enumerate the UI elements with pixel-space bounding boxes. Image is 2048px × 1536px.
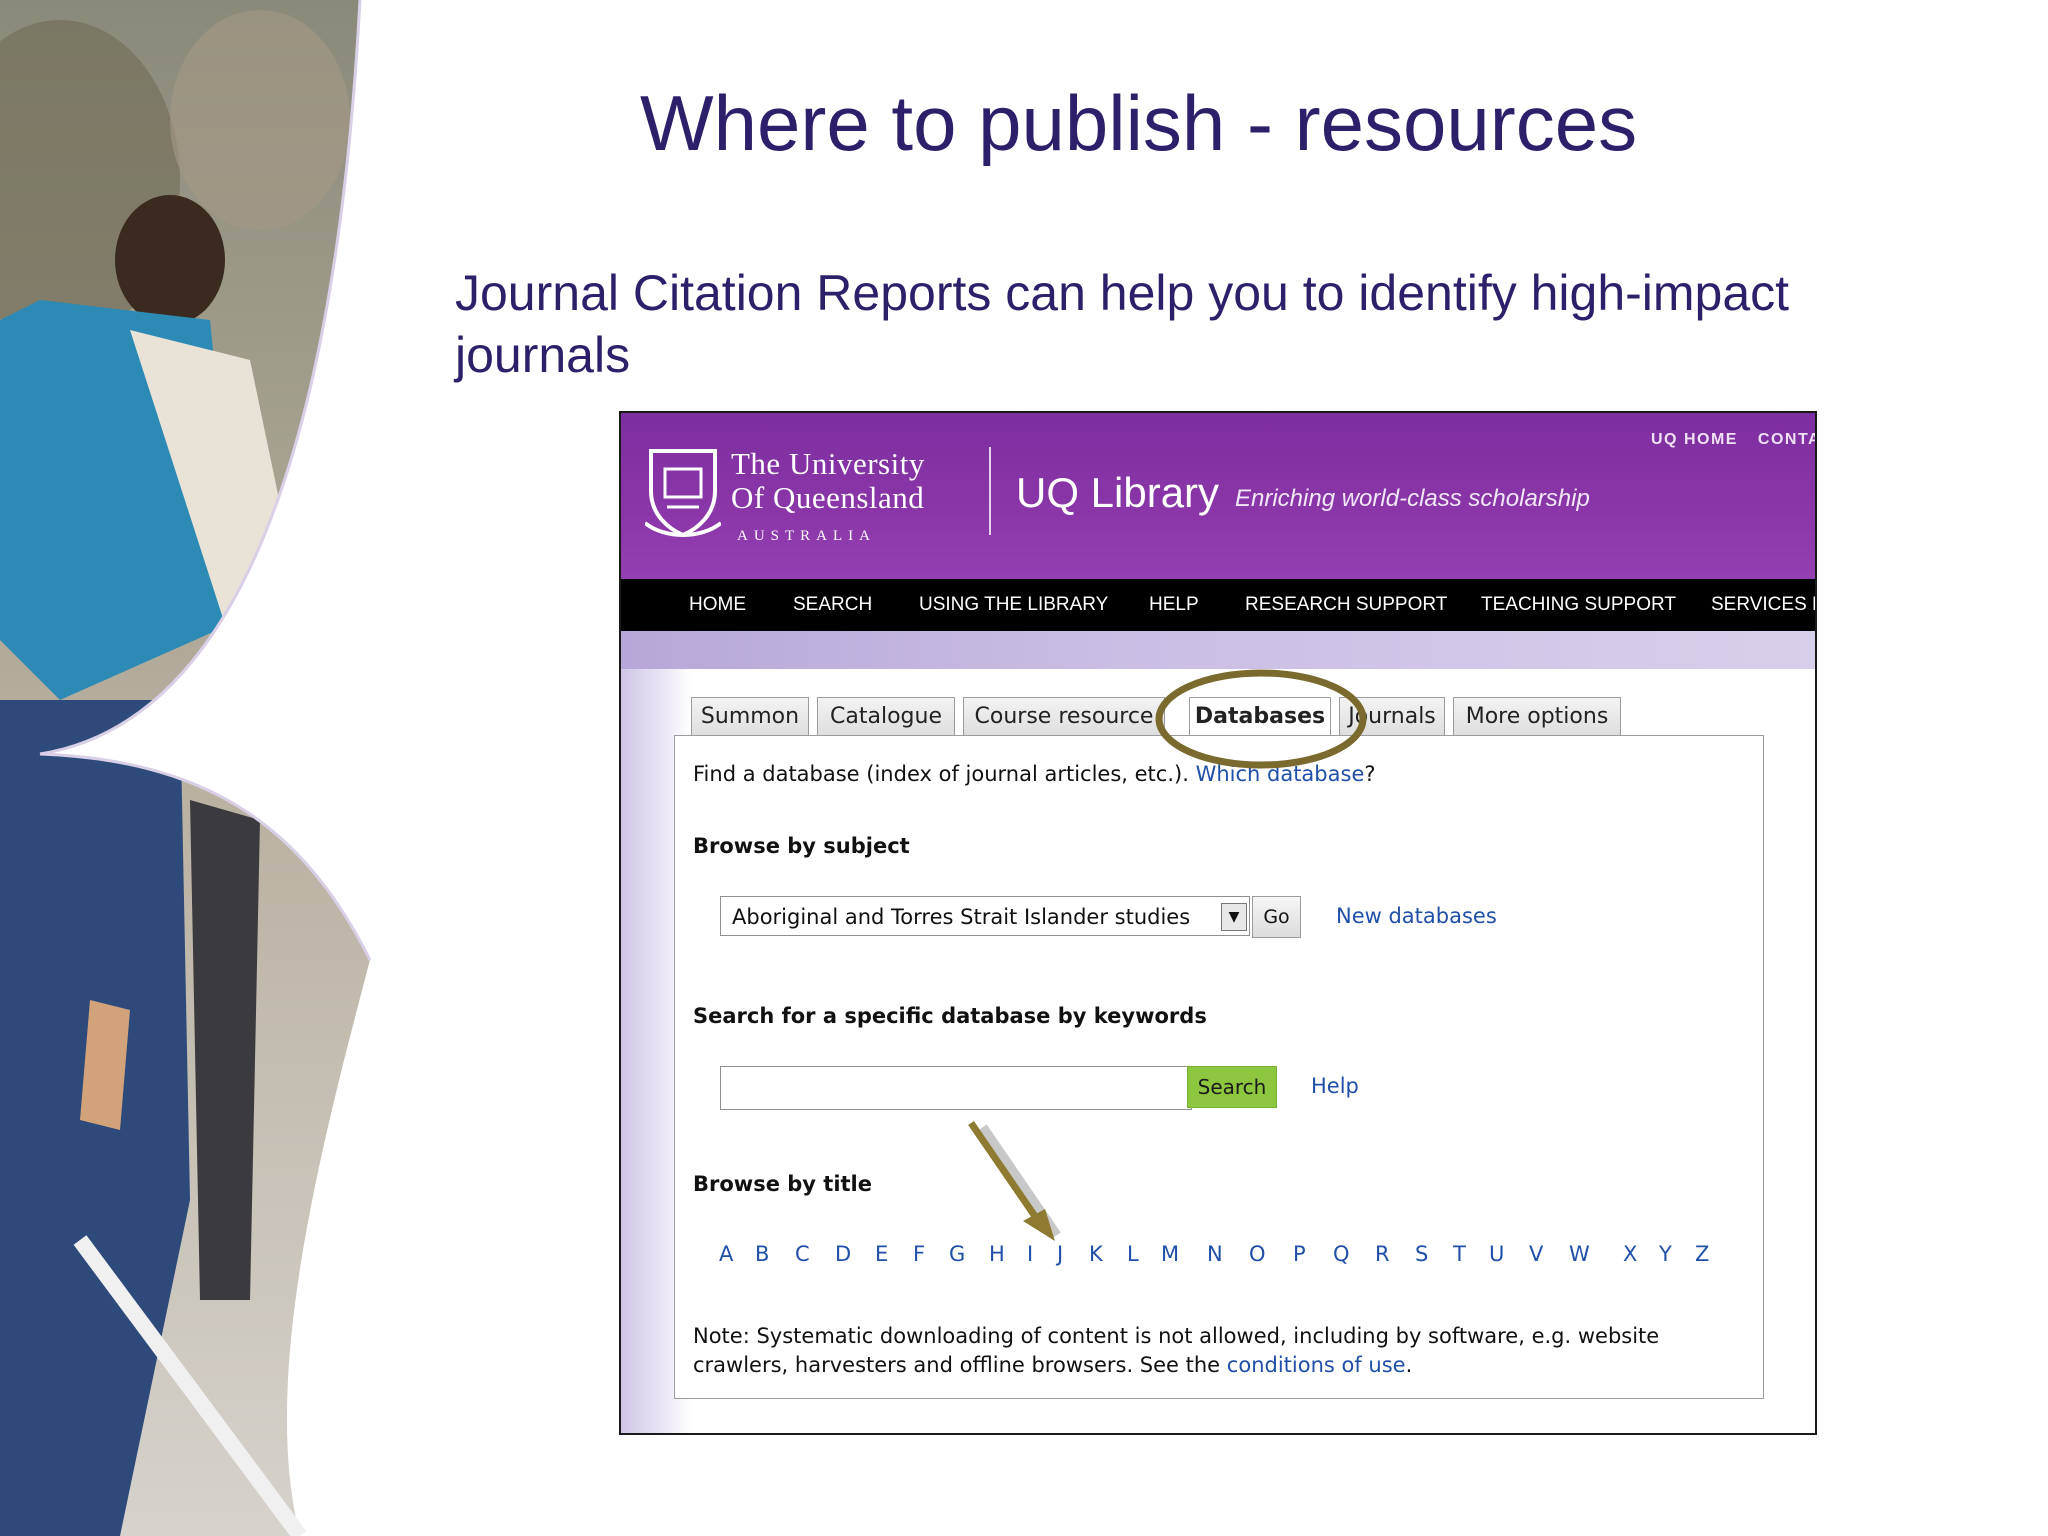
letter-link-q[interactable]: Q bbox=[1333, 1242, 1350, 1266]
keyword-search-heading: Search for a specific database by keywor… bbox=[693, 1004, 1207, 1028]
subject-select[interactable]: Aboriginal and Torres Strait Islander st… bbox=[720, 896, 1250, 936]
letter-link-o[interactable]: O bbox=[1249, 1242, 1266, 1266]
usage-note: Note: Systematic downloading of content … bbox=[693, 1322, 1753, 1380]
util-link-contact[interactable]: CONTA bbox=[1758, 431, 1815, 448]
nav-search[interactable]: SEARCH bbox=[793, 594, 872, 616]
subject-select-value: Aboriginal and Torres Strait Islander st… bbox=[732, 905, 1191, 929]
letter-link-x[interactable]: X bbox=[1623, 1242, 1637, 1266]
tab-catalogue[interactable]: Catalogue bbox=[817, 697, 955, 736]
nav-home[interactable]: HOME bbox=[689, 594, 746, 616]
main-navigation: HOME SEARCH USING THE LIBRARY HELP RESEA… bbox=[621, 579, 1815, 631]
library-tagline: Enriching world-class scholarship bbox=[1235, 485, 1590, 512]
nav-teaching-support[interactable]: TEACHING SUPPORT bbox=[1481, 594, 1676, 616]
chevron-down-icon[interactable]: ▼ bbox=[1221, 903, 1247, 931]
university-name-line1: The University bbox=[731, 446, 925, 481]
letter-link-u[interactable]: U bbox=[1489, 1242, 1504, 1266]
university-name-line2: Of Queensland bbox=[731, 480, 925, 515]
letter-link-z[interactable]: Z bbox=[1695, 1242, 1709, 1266]
tab-more-options[interactable]: More options bbox=[1453, 697, 1621, 736]
library-title[interactable]: UQ Library bbox=[1016, 469, 1219, 517]
uq-crest-icon bbox=[645, 449, 721, 538]
letter-link-t[interactable]: T bbox=[1453, 1242, 1466, 1266]
letter-link-p[interactable]: P bbox=[1293, 1242, 1306, 1266]
university-country: AUSTRALIA bbox=[737, 528, 876, 544]
header-divider bbox=[989, 447, 991, 535]
search-button[interactable]: Search bbox=[1187, 1066, 1277, 1108]
intro-suffix: ? bbox=[1364, 762, 1376, 786]
nav-help[interactable]: HELP bbox=[1149, 594, 1199, 616]
tab-databases[interactable]: Databases bbox=[1189, 697, 1331, 738]
letter-link-f[interactable]: F bbox=[913, 1242, 925, 1266]
nav-research-support[interactable]: RESEARCH SUPPORT bbox=[1245, 594, 1447, 616]
letter-link-c[interactable]: C bbox=[795, 1242, 810, 1266]
usage-note-suffix: . bbox=[1405, 1353, 1413, 1377]
letter-link-r[interactable]: R bbox=[1375, 1242, 1390, 1266]
letter-link-w[interactable]: W bbox=[1569, 1242, 1590, 1266]
intro-text: Find a database (index of journal articl… bbox=[693, 762, 1189, 786]
university-name[interactable]: The University Of Queensland AUSTRALIA bbox=[731, 447, 925, 553]
browse-title-heading: Browse by title bbox=[693, 1172, 872, 1196]
letter-link-j[interactable]: J bbox=[1057, 1242, 1063, 1266]
letter-link-k[interactable]: K bbox=[1089, 1242, 1103, 1266]
slide-title: Where to publish - resources bbox=[640, 79, 1638, 167]
uq-library-screenshot: The University Of Queensland AUSTRALIA U… bbox=[619, 411, 1817, 1435]
new-databases-link[interactable]: New databases bbox=[1336, 904, 1497, 928]
util-link-uq-home[interactable]: UQ HOME bbox=[1651, 431, 1738, 448]
letter-link-a[interactable]: A bbox=[719, 1242, 733, 1266]
tab-summon[interactable]: Summon bbox=[691, 697, 809, 736]
site-header: The University Of Queensland AUSTRALIA U… bbox=[621, 413, 1815, 579]
letter-link-g[interactable]: G bbox=[949, 1242, 965, 1266]
which-database-link[interactable]: Which database bbox=[1196, 762, 1365, 786]
letter-link-v[interactable]: V bbox=[1529, 1242, 1543, 1266]
letter-link-b[interactable]: B bbox=[755, 1242, 769, 1266]
go-button[interactable]: Go bbox=[1252, 896, 1301, 938]
tab-journals[interactable]: Journals bbox=[1339, 697, 1445, 736]
letter-link-n[interactable]: N bbox=[1207, 1242, 1223, 1266]
databases-panel: Find a database (index of journal articl… bbox=[674, 735, 1764, 1399]
letter-link-e[interactable]: E bbox=[875, 1242, 888, 1266]
tab-course-resource[interactable]: Course resource bbox=[963, 697, 1165, 736]
decorative-band bbox=[621, 631, 1815, 669]
utility-links: UQ HOME CONTA bbox=[1651, 431, 1815, 449]
intro-line: Find a database (index of journal articl… bbox=[693, 762, 1376, 786]
keyword-search-input[interactable] bbox=[720, 1066, 1192, 1110]
decorative-photo bbox=[0, 0, 380, 1536]
letter-link-i[interactable]: I bbox=[1027, 1242, 1033, 1266]
letter-link-s[interactable]: S bbox=[1415, 1242, 1428, 1266]
slide-body-text: Journal Citation Reports can help you to… bbox=[455, 265, 1790, 383]
letter-link-d[interactable]: D bbox=[835, 1242, 851, 1266]
usage-note-text: Note: Systematic downloading of content … bbox=[693, 1324, 1660, 1377]
letter-link-h[interactable]: H bbox=[989, 1242, 1005, 1266]
letter-link-y[interactable]: Y bbox=[1659, 1242, 1672, 1266]
letter-link-m[interactable]: M bbox=[1161, 1242, 1179, 1266]
nav-using-the-library[interactable]: USING THE LIBRARY bbox=[919, 594, 1108, 616]
conditions-of-use-link[interactable]: conditions of use bbox=[1227, 1353, 1406, 1377]
letter-link-l[interactable]: L bbox=[1127, 1242, 1139, 1266]
browse-subject-heading: Browse by subject bbox=[693, 834, 910, 858]
nav-services[interactable]: SERVICES F bbox=[1711, 594, 1815, 616]
help-link[interactable]: Help bbox=[1311, 1074, 1359, 1098]
